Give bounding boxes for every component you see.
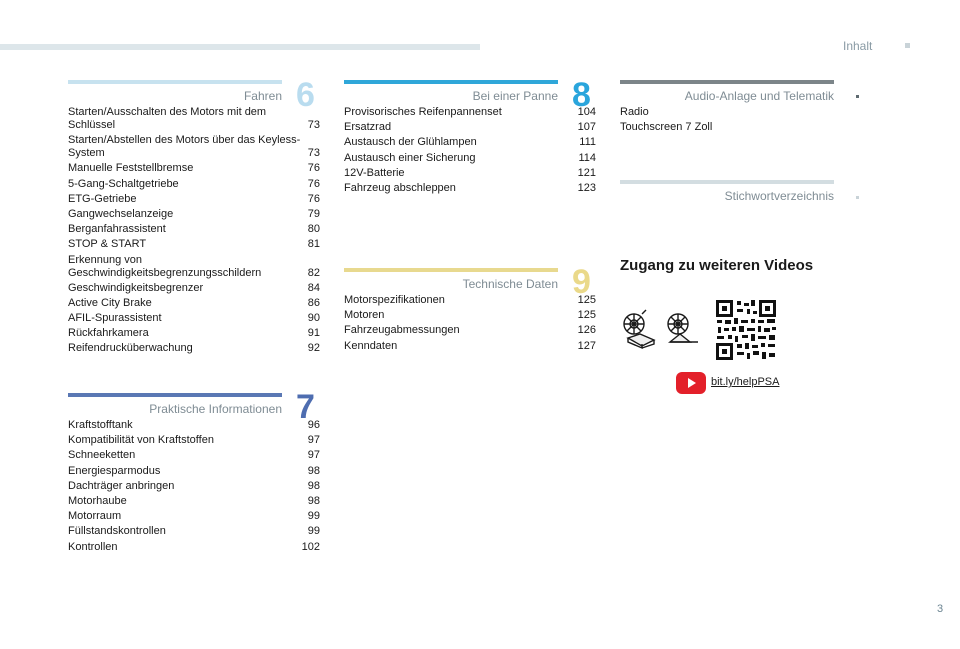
section-marker-stichwort [856, 196, 859, 199]
toc-item[interactable]: Füllstandskontrollen 99 [68, 525, 320, 538]
toc-item[interactable]: STOP & START 81 [68, 238, 320, 251]
section-title-praktische: Praktische Informationen [149, 402, 282, 416]
section-bar-panne [344, 80, 558, 84]
toc-list-technische: Motorspezifikationen 125 Motoren 125 Fahrz… [344, 294, 596, 355]
toc-item[interactable]: Austausch einer Sicherung 114 [344, 152, 596, 165]
toc-item[interactable]: Reifendrucküberwachung 92 [68, 342, 320, 355]
toc-item[interactable]: Kompatibilität von Kraftstoffen 97 [68, 434, 320, 447]
qr-code-icon [716, 300, 776, 360]
toc-list-praktische: Kraftstofftank 96 Kompatibilität von Kraf… [68, 419, 320, 556]
toc-item[interactable]: Gangwechselanzeige 79 [68, 208, 320, 221]
section-marker-audio [856, 95, 859, 98]
toc-list-fahren: Starten/Ausschalten des Motors mit dem S… [68, 106, 320, 358]
toc-item[interactable]: Motorraum 99 [68, 510, 320, 523]
youtube-icon[interactable] [676, 372, 706, 394]
section-title-stichwort[interactable]: Stichwortverzeichnis [620, 189, 834, 203]
toc-list-panne: Provisorisches Reifenpannenset 104 Ersatz… [344, 106, 596, 197]
toc-item[interactable]: 5-Gang-Schaltgetriebe 76 [68, 178, 320, 191]
toc-item[interactable]: Fahrzeugabmessungen 126 [344, 324, 596, 337]
video-illustrations [623, 300, 776, 360]
section-bar-audio [620, 80, 834, 84]
toc-item[interactable]: Motoren 125 [344, 309, 596, 322]
toc-item[interactable]: Radio [620, 106, 834, 119]
videos-heading: Zugang zu weiteren Videos [620, 257, 814, 274]
video-link[interactable]: bit.ly/helpPSA [711, 376, 779, 388]
toc-item[interactable]: Energiesparmodus 98 [68, 465, 320, 478]
header-marker [905, 43, 910, 48]
section-title-technische: Technische Daten [462, 277, 558, 291]
toc-item[interactable]: Kraftstofftank 96 [68, 419, 320, 432]
header-bar [0, 44, 480, 50]
toc-item[interactable]: Erkennung von Geschwindigkeitsbegrenzung… [68, 254, 320, 280]
toc-item[interactable]: Geschwindigkeitsbegrenzer 84 [68, 282, 320, 295]
toc-item[interactable]: Kontrollen 102 [68, 541, 320, 554]
toc-item[interactable]: 12V-Batterie 121 [344, 167, 596, 180]
toc-item[interactable]: Fahrzeug abschleppen 123 [344, 182, 596, 195]
toc-list-audio: Radio Touchscreen 7 Zoll [620, 106, 834, 136]
tire-repair-kit-icon [623, 309, 656, 350]
toc-item[interactable]: Motorhaube 98 [68, 495, 320, 508]
toc-item[interactable]: ETG-Getriebe 76 [68, 193, 320, 206]
toc-item[interactable]: AFIL-Spurassistent 90 [68, 312, 320, 325]
toc-item[interactable]: Austausch der Glühlampen 111 [344, 136, 596, 149]
toc-item[interactable]: Motorspezifikationen 125 [344, 294, 596, 307]
header-inhalt-link[interactable]: Inhalt [843, 39, 872, 53]
toc-item[interactable]: Active City Brake 86 [68, 297, 320, 310]
section-bar-fahren [68, 80, 282, 84]
toc-item[interactable]: Starten/Ausschalten des Motors mit dem S… [68, 106, 320, 132]
section-title-fahren: Fahren [243, 89, 282, 103]
toc-item[interactable]: Manuelle Feststellbremse 76 [68, 162, 320, 175]
toc-item[interactable]: Schneeketten 97 [68, 449, 320, 462]
section-title-panne: Bei einer Panne [472, 89, 558, 103]
toc-item[interactable]: Dachträger anbringen 98 [68, 480, 320, 493]
toc-item[interactable]: Ersatzrad 107 [344, 121, 596, 134]
toc-item[interactable]: Touchscreen 7 Zoll [620, 121, 834, 134]
toc-item[interactable]: Starten/Abstellen des Motors über das Ke… [68, 134, 320, 160]
toc-item[interactable]: Kenndaten 127 [344, 340, 596, 353]
section-bar-stichwort [620, 180, 834, 184]
section-bar-technische [344, 268, 558, 272]
toc-item[interactable]: Rückfahrkamera 91 [68, 327, 320, 340]
toc-item[interactable]: Provisorisches Reifenpannenset 104 [344, 106, 596, 119]
spare-wheel-jack-icon [667, 313, 698, 343]
page-number: 3 [937, 603, 944, 615]
section-title-audio: Audio-Anlage und Telematik [684, 89, 834, 103]
toc-item[interactable]: Berganfahrassistent 80 [68, 223, 320, 236]
section-bar-praktische [68, 393, 282, 397]
